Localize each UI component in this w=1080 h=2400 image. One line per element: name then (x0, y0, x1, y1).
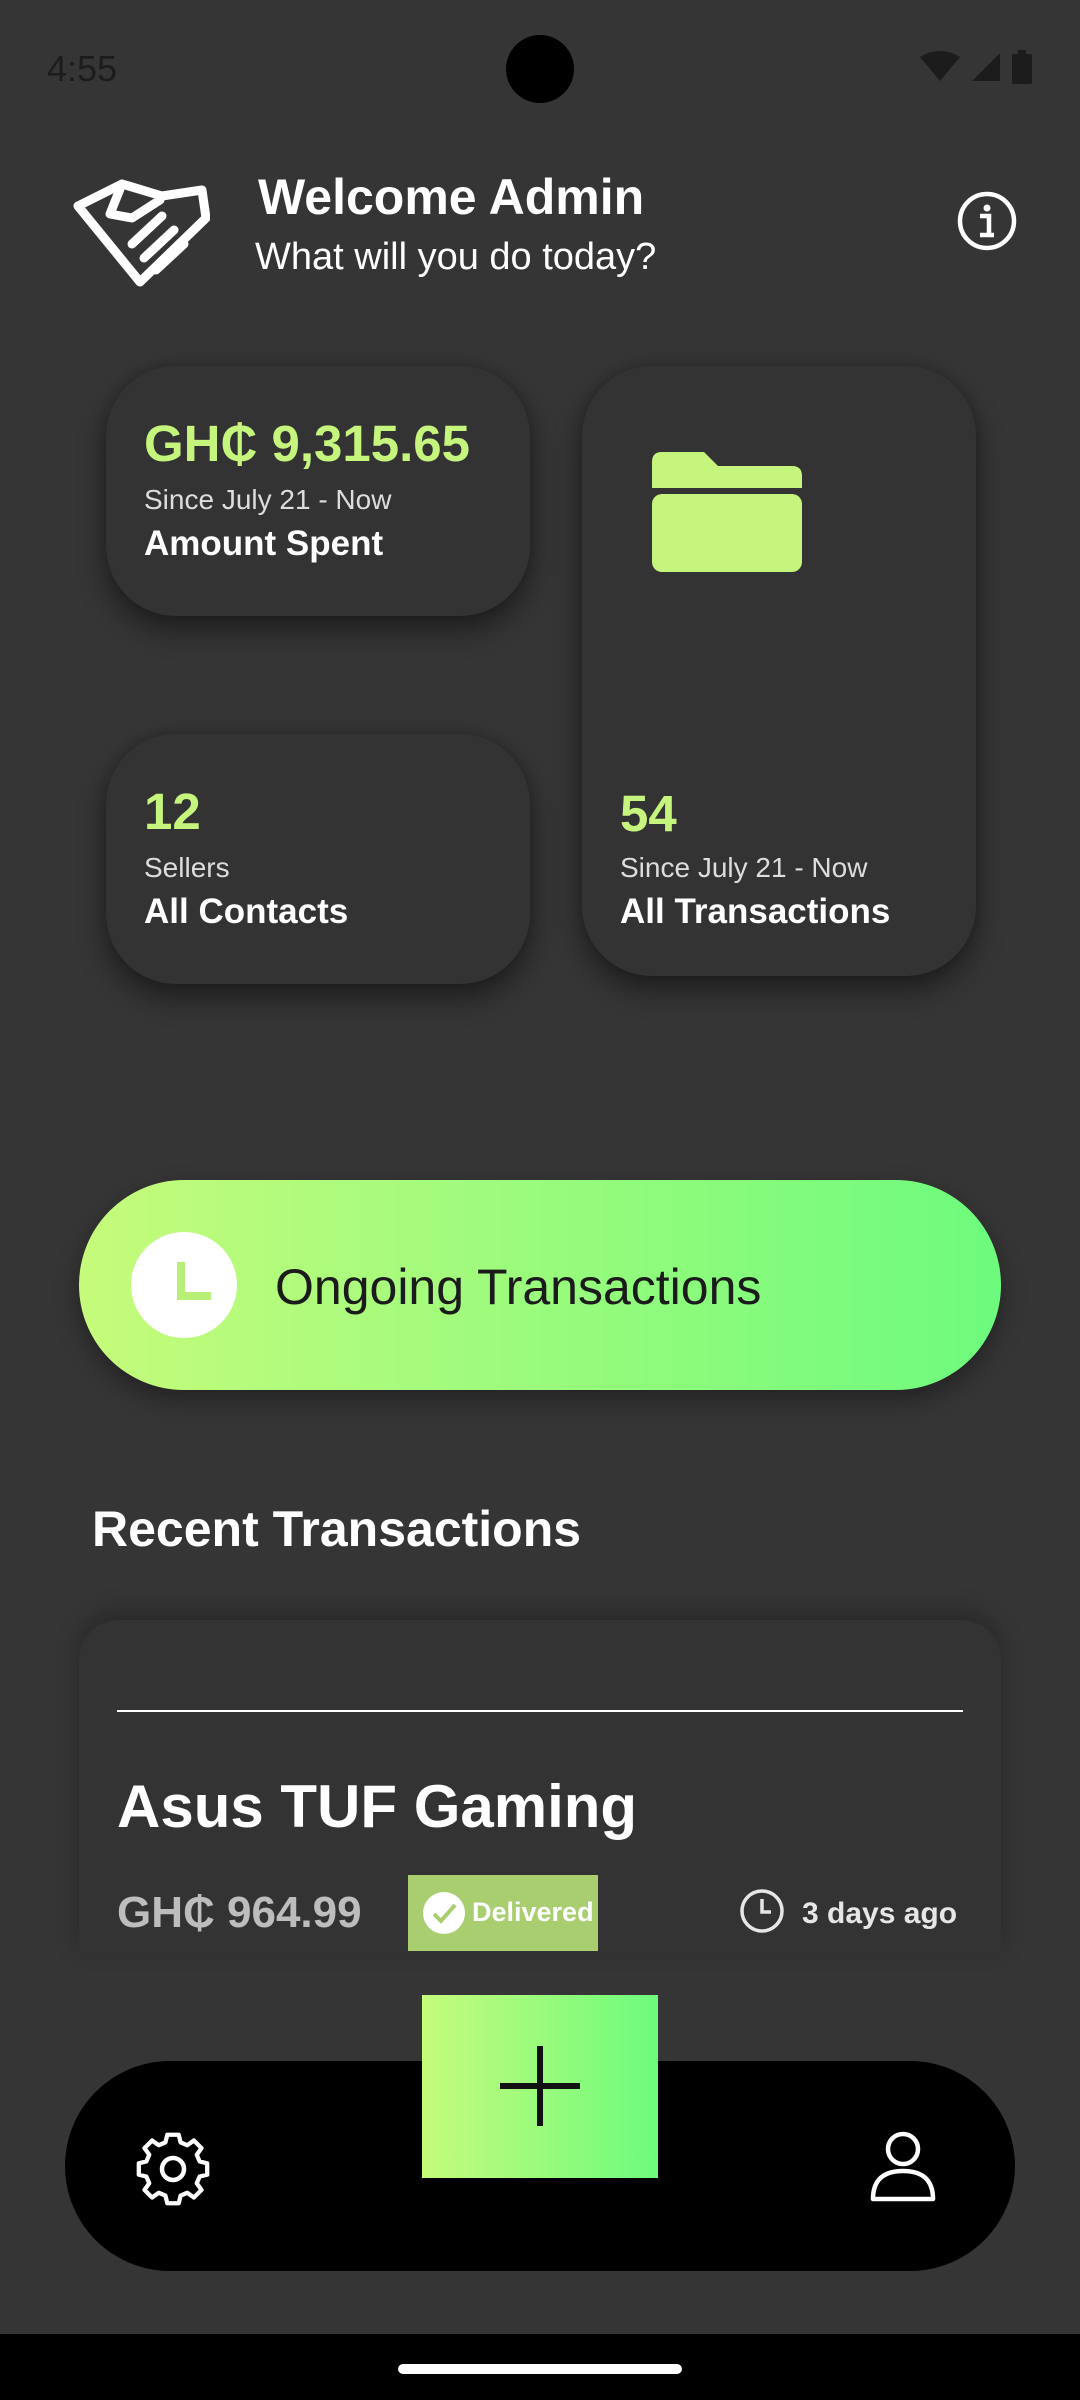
transaction-card[interactable]: Asus TUF Gaming GH₵ 964.99 Delivered 3 d… (79, 1620, 1001, 1955)
wifi-icon (920, 51, 960, 81)
transactions-count: 54 (620, 785, 677, 842)
contacts-caption: Sellers (144, 852, 230, 883)
profile-button[interactable] (865, 2127, 941, 2203)
clock-icon (740, 1889, 784, 1933)
transaction-item-name: Asus TUF Gaming (117, 1773, 638, 1840)
amount-spent-label: Amount Spent (144, 524, 384, 563)
status-bar: 4:55 (0, 0, 1080, 130)
handshake-icon (70, 170, 211, 290)
amount-spent-card[interactable]: GH₵ 9,315.65 Since July 21 - Now Amount … (106, 366, 530, 616)
divider (117, 1710, 963, 1712)
page-title: Welcome Admin (258, 169, 645, 225)
info-button[interactable] (956, 190, 1018, 252)
plus-icon (500, 2046, 580, 2126)
contacts-label: All Contacts (144, 892, 349, 931)
transaction-price: GH₵ 964.99 (117, 1888, 362, 1937)
camera-cutout (506, 35, 574, 103)
info-icon (957, 191, 1017, 251)
amount-spent-period: Since July 21 - Now (144, 484, 392, 515)
gear-icon (136, 2132, 210, 2206)
system-nav-bar (0, 2334, 1080, 2400)
all-transactions-card[interactable]: 54 Since July 21 - Now All Transactions (582, 366, 976, 976)
status-badge-label: Delivered (472, 1897, 594, 1927)
all-contacts-card[interactable]: 12 Sellers All Contacts (106, 734, 530, 984)
signal-icon (972, 53, 1000, 81)
check-icon (423, 1892, 465, 1934)
transactions-period: Since July 21 - Now (620, 852, 868, 883)
page-subtitle: What will you do today? (255, 236, 657, 278)
home-indicator[interactable] (398, 2364, 682, 2374)
status-badge: Delivered (408, 1875, 598, 1951)
ongoing-transactions-button[interactable]: Ongoing Transactions (79, 1180, 1001, 1390)
user-icon (870, 2131, 936, 2202)
folder-icon (652, 452, 802, 572)
contacts-count: 12 (144, 783, 201, 840)
battery-icon (1012, 50, 1032, 84)
section-title-recent: Recent Transactions (92, 1501, 582, 1557)
settings-button[interactable] (135, 2131, 211, 2207)
status-time: 4:55 (47, 48, 118, 89)
ongoing-transactions-label: Ongoing Transactions (275, 1259, 762, 1315)
add-transaction-button[interactable] (422, 1995, 658, 2178)
clock-icon (131, 1232, 237, 1338)
transaction-time: 3 days ago (802, 1897, 958, 1930)
amount-spent-value: GH₵ 9,315.65 (144, 415, 471, 472)
status-icons (920, 50, 1032, 84)
transactions-label: All Transactions (620, 892, 891, 931)
